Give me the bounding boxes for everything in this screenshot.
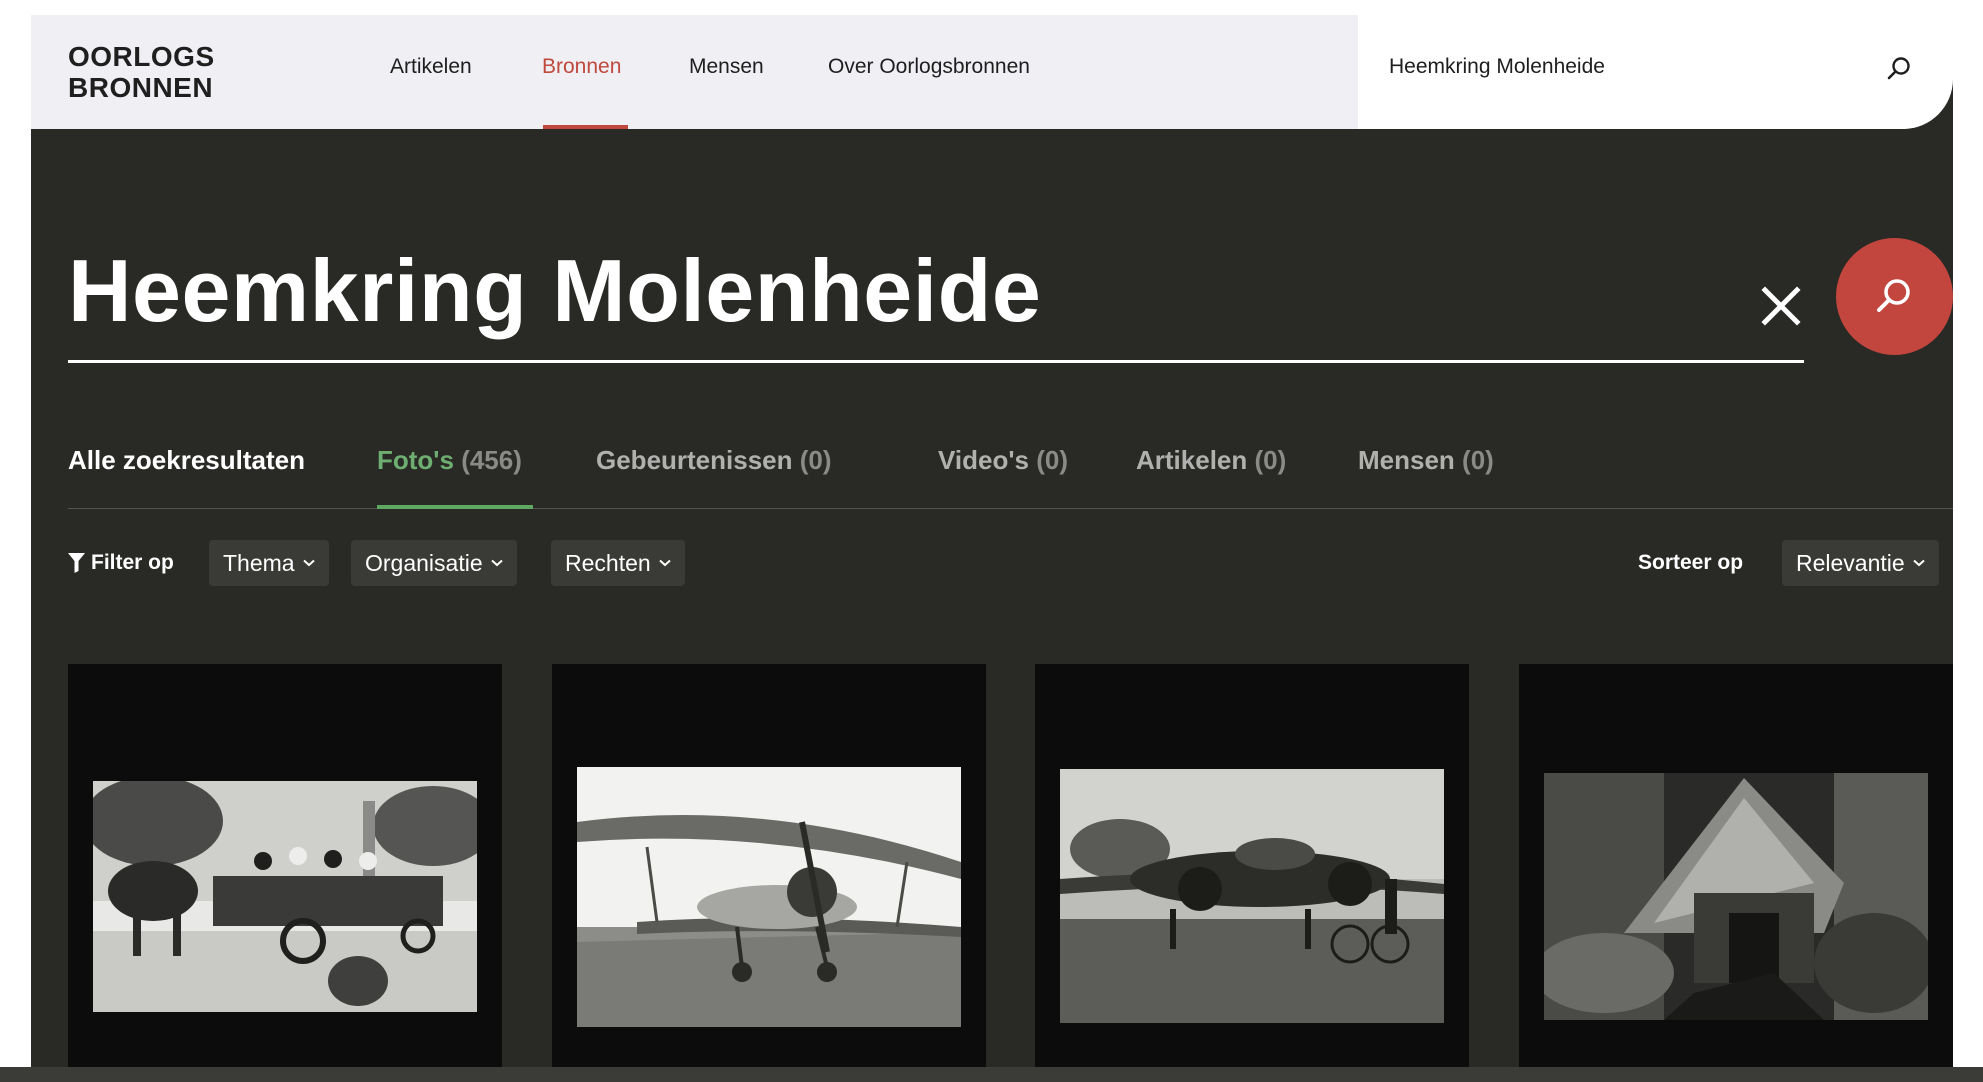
tab-label: Gebeurtenissen: [596, 445, 793, 475]
filter-organisatie-label: Organisatie: [365, 549, 483, 576]
filter-label: Filter op: [68, 551, 174, 575]
search-submit-button[interactable]: [1836, 238, 1953, 355]
nav-item-artikelen[interactable]: Artikelen: [390, 55, 472, 79]
nav-item-over[interactable]: Over Oorlogsbronnen: [828, 55, 1030, 79]
filter-label-text: Filter op: [91, 551, 174, 574]
twin-engine-plane-photo: [1060, 769, 1444, 1023]
result-card[interactable]: [1035, 664, 1469, 1082]
page: OORLOGS BRONNEN Artikelen Bronnen Mensen…: [31, 15, 1953, 1082]
sort-value: Relevantie: [1796, 549, 1905, 576]
tab-count: (0): [1036, 445, 1068, 475]
tab-label: Alle zoekresultaten: [68, 445, 305, 475]
tab-count: (0): [1462, 445, 1494, 475]
chevron-down-icon: [1913, 559, 1925, 567]
filter-rechten-label: Rechten: [565, 549, 651, 576]
filter-thema-label: Thema: [223, 549, 295, 576]
filter-thema-dropdown[interactable]: Thema: [209, 540, 329, 586]
search-icon: [1877, 279, 1910, 312]
nav-item-mensen[interactable]: Mensen: [689, 55, 764, 79]
header-search-input[interactable]: Heemkring Molenheide: [1389, 55, 1605, 79]
chevron-down-icon: [302, 559, 315, 567]
search-underline: [68, 360, 1804, 363]
tab-gebeurtenissen[interactable]: Gebeurtenissen (0): [596, 445, 832, 476]
filter-icon: [68, 553, 85, 573]
header-search[interactable]: Heemkring Molenheide: [1358, 15, 1953, 129]
chevron-down-icon: [490, 559, 503, 567]
tab-count: (456): [461, 445, 522, 475]
chevron-down-icon: [659, 559, 671, 567]
filter-rechten-dropdown[interactable]: Rechten: [551, 540, 685, 586]
result-card[interactable]: [68, 664, 502, 1082]
tab-label: Mensen: [1358, 445, 1455, 475]
tab-label: Artikelen: [1136, 445, 1248, 475]
sort-dropdown[interactable]: Relevantie: [1782, 540, 1939, 586]
sort-label: Sorteer op: [1638, 551, 1744, 574]
filter-organisatie-dropdown[interactable]: Organisatie: [351, 540, 517, 586]
search-icon[interactable]: [1886, 55, 1912, 81]
tab-mensen[interactable]: Mensen (0): [1358, 445, 1494, 476]
biplane-photo: [577, 767, 961, 1027]
tab-label: Video's: [938, 445, 1029, 475]
tab-count: (0): [799, 445, 832, 475]
bottom-strip: [0, 1067, 1983, 1082]
active-nav-indicator: [543, 125, 628, 129]
tab-count: (0): [1254, 445, 1287, 475]
tab-label: Foto's: [377, 445, 454, 475]
logo-line-2: BRONNEN: [68, 72, 214, 103]
close-icon[interactable]: [1758, 283, 1804, 329]
tab-fotos[interactable]: Foto's (456): [377, 445, 522, 476]
horse-drawn-wagon-photo: [93, 781, 477, 1012]
thatched-hut-photo: [1544, 773, 1928, 1020]
active-tab-indicator: [377, 505, 533, 509]
logo-line-1: OORLOGS: [68, 41, 215, 72]
tabs-divider: [68, 508, 1953, 509]
nav-item-bronnen[interactable]: Bronnen: [542, 55, 621, 79]
result-card[interactable]: [1519, 664, 1953, 1082]
search-query-input[interactable]: Heemkring Molenheide: [68, 247, 1041, 335]
main-navigation: OORLOGS BRONNEN Artikelen Bronnen Mensen…: [31, 15, 1358, 129]
tab-artikelen[interactable]: Artikelen (0): [1136, 445, 1286, 476]
logo[interactable]: OORLOGS BRONNEN: [68, 41, 215, 103]
top-bar: OORLOGS BRONNEN Artikelen Bronnen Mensen…: [31, 15, 1953, 129]
tab-alle-zoekresultaten[interactable]: Alle zoekresultaten: [68, 445, 305, 476]
tab-videos[interactable]: Video's (0): [938, 445, 1068, 476]
result-card[interactable]: [552, 664, 986, 1082]
